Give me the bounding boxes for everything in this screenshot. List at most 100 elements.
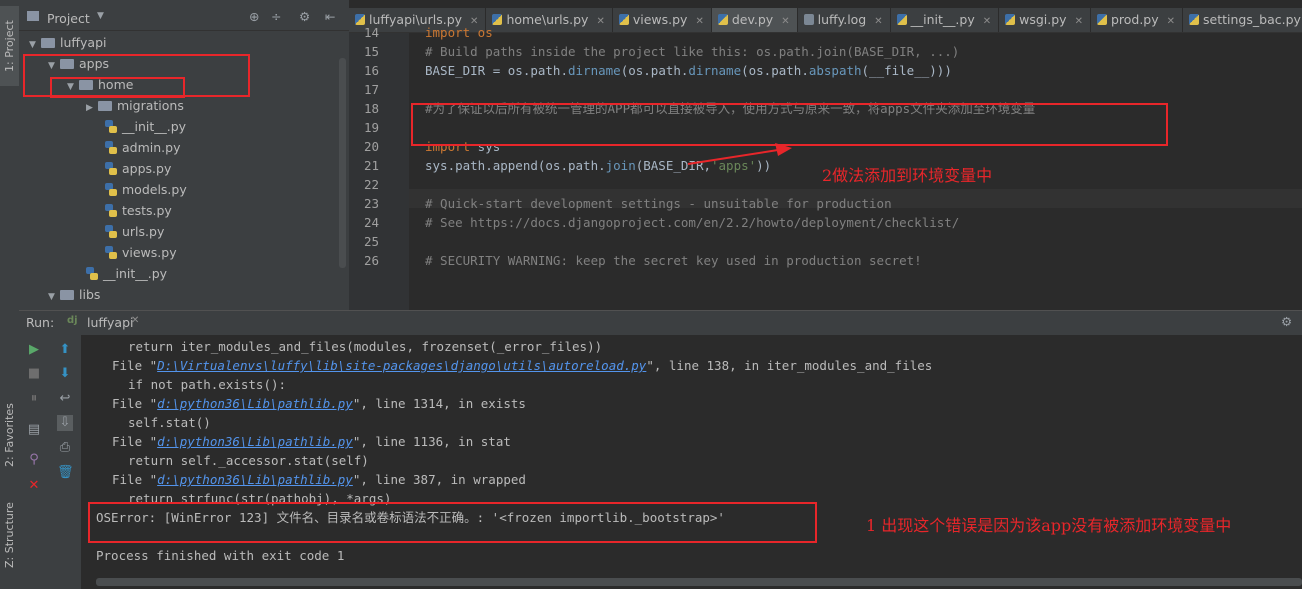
- tree-file-item[interactable]: models.py: [105, 179, 187, 200]
- editor-tab[interactable]: __init__.py ✕: [891, 8, 1000, 32]
- tab-project-tool[interactable]: 1: Project: [0, 6, 19, 86]
- close-icon[interactable]: ✕: [131, 315, 139, 326]
- folder-icon: [98, 101, 112, 111]
- tree-item-label: __init__.py: [103, 266, 168, 281]
- editor-tab[interactable]: settings_bac.py✕: [1183, 8, 1302, 32]
- python-file-icon: [1189, 14, 1200, 25]
- editor-tab[interactable]: prod.py ✕: [1091, 8, 1184, 32]
- pin-icon[interactable]: ⚲: [26, 452, 42, 468]
- tree-file-item[interactable]: apps.py: [105, 158, 171, 179]
- tree-file-item[interactable]: admin.py: [105, 137, 180, 158]
- tree-item-label: apps.py: [122, 161, 172, 176]
- console-output[interactable]: return iter_modules_and_files(modules, f…: [81, 335, 1302, 589]
- tree-file-item[interactable]: views.py: [105, 242, 177, 263]
- code-line[interactable]: BASE_DIR = os.path.dirname(os.path.dirna…: [425, 61, 952, 80]
- tree-folder-item[interactable]: ▶ migrations: [86, 95, 184, 116]
- expanded-arrow-icon[interactable]: ▼: [29, 35, 41, 56]
- close-tab-icon[interactable]: ✕: [874, 16, 882, 27]
- code-line[interactable]: # SECURITY WARNING: keep the secret key …: [425, 251, 922, 270]
- editor-tab[interactable]: wsgi.py ✕: [999, 8, 1091, 32]
- editor-tab-label: luffy.log: [817, 12, 867, 27]
- code-token: sys.path.append(os.path.: [425, 158, 606, 173]
- console-text: return iter_modules_and_files(modules, f…: [128, 339, 603, 354]
- annotation-arrow: [687, 143, 792, 165]
- console-text: ", line 387, in wrapped: [352, 472, 526, 487]
- editor-tab[interactable]: luffy.log ✕: [798, 8, 891, 32]
- stop-icon[interactable]: ■: [26, 366, 42, 382]
- favorites-tool-label: 2: Favorites: [3, 403, 16, 467]
- soft-wrap-icon[interactable]: ↩: [57, 391, 73, 407]
- editor-tab[interactable]: dev.py ✕: [711, 8, 798, 32]
- tree-file-item[interactable]: urls.py: [105, 221, 164, 242]
- print-icon[interactable]: ⎙: [57, 440, 73, 456]
- run-label: Run:: [26, 315, 55, 330]
- collapse-all-icon[interactable]: ÷: [271, 9, 281, 24]
- arrow-up-icon[interactable]: ⬆: [57, 342, 73, 358]
- code-token: # Quick-start development settings - uns…: [425, 196, 892, 211]
- locate-icon[interactable]: ⊕: [249, 9, 259, 24]
- restore-layout-icon[interactable]: ▤: [26, 422, 42, 438]
- run-toolbar: ▶ ⬆ ■ ⬇ ⏸ ↩ ▤ ⇩ ⎙ ⚲ ✕ 🗑: [19, 335, 81, 589]
- tool-window-strip: 1: Project 2: Favorites Z: Structure: [0, 0, 20, 589]
- code-token: dirname: [568, 63, 621, 78]
- close-tab-icon[interactable]: ✕: [983, 16, 991, 27]
- close-tab-icon[interactable]: ✕: [596, 16, 604, 27]
- tree-item-label: luffyapi: [60, 35, 107, 50]
- arrow-down-icon[interactable]: ⬇: [57, 366, 73, 382]
- editor-tab-label: prod.py: [1110, 12, 1159, 27]
- close-tab-icon[interactable]: ✕: [1167, 16, 1175, 27]
- console-text: if not path.exists():: [128, 377, 287, 392]
- file-path-link[interactable]: d:\python36\Lib\pathlib.py: [157, 396, 353, 411]
- log-file-icon: [803, 14, 814, 25]
- pause-icon[interactable]: ⏸: [26, 391, 42, 407]
- editor-tab[interactable]: views.py ✕: [613, 8, 712, 32]
- tree-scrollbar[interactable]: [339, 58, 346, 268]
- close-tab-icon[interactable]: ✕: [781, 16, 789, 27]
- tree-file-item[interactable]: __init__.py: [105, 116, 186, 137]
- code-token: (os.path.: [620, 63, 689, 78]
- tab-favorites-tool[interactable]: 2: Favorites: [0, 400, 19, 470]
- editor-tab[interactable]: home\urls.py ✕: [486, 8, 613, 32]
- expanded-arrow-icon[interactable]: ▼: [48, 287, 60, 308]
- rerun-icon[interactable]: ▶: [26, 342, 42, 358]
- tree-file-item[interactable]: __init__.py: [86, 263, 167, 284]
- trash-icon[interactable]: 🗑: [57, 465, 74, 481]
- annotation-box-error: [88, 502, 817, 543]
- code-line[interactable]: # Quick-start development settings - uns…: [425, 194, 892, 213]
- console-line: return self._accessor.stat(self): [128, 451, 369, 470]
- console-text: File ": [112, 358, 158, 373]
- file-path-link[interactable]: d:\python36\Lib\pathlib.py: [157, 472, 353, 487]
- chevron-down-icon[interactable]: ▼: [97, 11, 104, 21]
- python-file-icon: [492, 14, 503, 25]
- code-line[interactable]: import os: [425, 23, 493, 42]
- code-token: import os: [425, 25, 493, 40]
- code-line[interactable]: # See https://docs.djangoproject.com/en/…: [425, 213, 959, 232]
- close-tab-icon[interactable]: ✕: [695, 16, 703, 27]
- scroll-to-end-icon[interactable]: ⇩: [57, 415, 73, 431]
- code-line[interactable]: # Build paths inside the project like th…: [425, 42, 959, 61]
- gear-icon[interactable]: ⚙: [1281, 314, 1292, 329]
- tree-file-item[interactable]: tests.py: [105, 200, 172, 221]
- run-config-tab[interactable]: luffyapi: [87, 315, 133, 330]
- tree-folder-item[interactable]: ▼ luffyapi: [29, 32, 106, 53]
- console-line: File "d:\python36\Lib\pathlib.py", line …: [112, 394, 526, 413]
- code-token: # Build paths inside the project like th…: [425, 44, 960, 59]
- tree-item-label: admin.py: [122, 140, 181, 155]
- tab-structure-tool[interactable]: Z: Structure: [0, 495, 19, 575]
- close-tab-icon[interactable]: ✕: [1075, 16, 1083, 27]
- file-path-link[interactable]: D:\Virtualenvs\luffy\lib\site-packages\d…: [157, 358, 646, 373]
- hide-icon[interactable]: ⇤: [325, 9, 335, 24]
- console-text: ", line 1136, in stat: [352, 434, 511, 449]
- gear-icon[interactable]: ⚙: [299, 9, 310, 24]
- close-icon[interactable]: ✕: [26, 478, 42, 494]
- tree-folder-item[interactable]: ▼ libs: [48, 284, 100, 305]
- console-line: self.stat(): [128, 413, 211, 432]
- project-panel: Project ▼ ⊕ ÷ ⚙ ⇤ ▼ luffyapi ▼ apps ▼ home ▶ mi…: [19, 0, 349, 310]
- collapsed-arrow-icon[interactable]: ▶: [86, 98, 98, 119]
- console-horizontal-scrollbar[interactable]: [96, 578, 1302, 586]
- annotation-error-note: 1 出现这个错误是因为该app没有被添加环境变量中: [866, 516, 1232, 535]
- project-view-selector[interactable]: Project: [47, 11, 90, 26]
- file-path-link[interactable]: d:\python36\Lib\pathlib.py: [157, 434, 353, 449]
- code-token: (os.path.: [741, 63, 809, 78]
- structure-tool-label: Z: Structure: [3, 502, 16, 568]
